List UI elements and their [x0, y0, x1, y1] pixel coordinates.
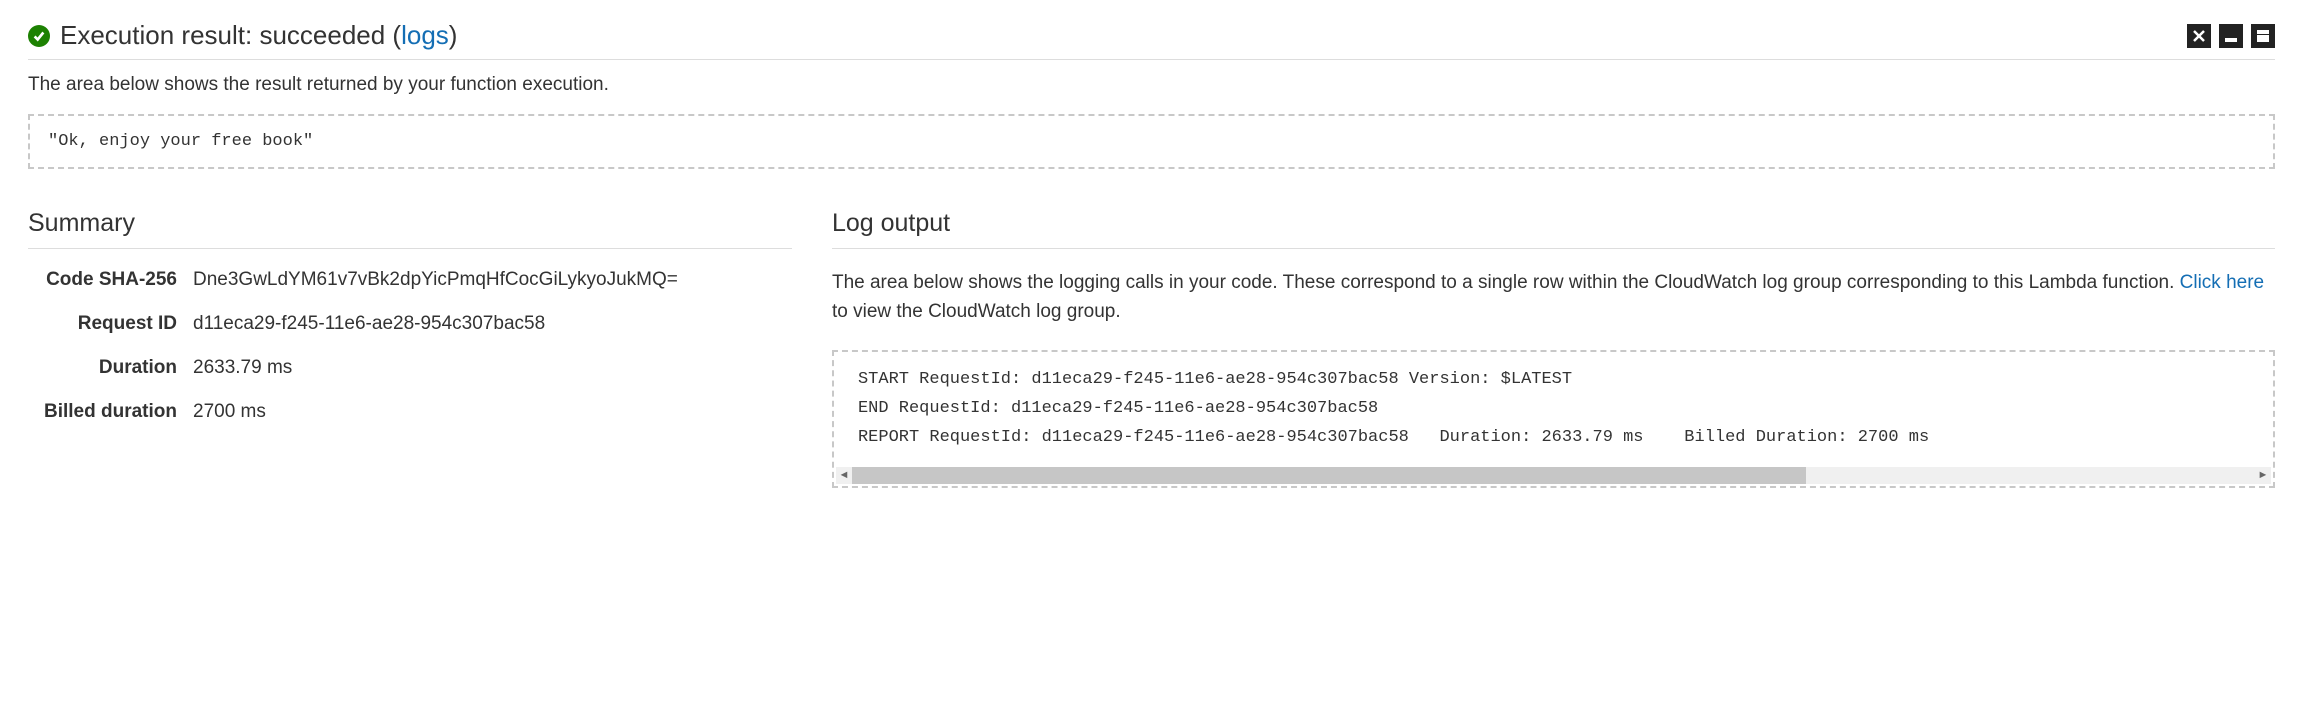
summary-label: Duration [28, 357, 193, 379]
log-output-box: START RequestId: d11eca29-f245-11e6-ae28… [832, 350, 2275, 488]
log-title: Log output [832, 209, 2275, 249]
summary-title: Summary [28, 209, 792, 249]
two-column-layout: Summary Code SHA-256 Dne3GwLdYM61v7vBk2d… [28, 209, 2275, 488]
result-description: The area below shows the result returned… [28, 74, 2275, 96]
horizontal-scrollbar[interactable]: ◄ ► [836, 467, 2271, 484]
success-check-icon [28, 25, 50, 47]
minimize-icon[interactable] [2219, 24, 2243, 48]
summary-row: Billed duration 2700 ms [28, 401, 792, 423]
log-desc-pre: The area below shows the logging calls i… [832, 272, 2180, 293]
summary-row: Code SHA-256 Dne3GwLdYM61v7vBk2dpYicPmqH… [28, 269, 792, 291]
log-desc-post: to view the CloudWatch log group. [832, 301, 1121, 322]
cloudwatch-link[interactable]: Click here [2180, 272, 2264, 293]
summary-row: Duration 2633.79 ms [28, 357, 792, 379]
title-text: Execution result: succeeded (logs) [60, 20, 457, 51]
title-close-paren: ) [449, 20, 458, 50]
summary-label: Request ID [28, 313, 193, 335]
close-icon[interactable] [2187, 24, 2211, 48]
title-status: succeeded [259, 20, 385, 50]
log-column: Log output The area below shows the logg… [832, 209, 2275, 488]
title-area: Execution result: succeeded (logs) [28, 20, 457, 51]
window-controls [2187, 24, 2275, 48]
summary-value: 2700 ms [193, 401, 792, 423]
title-prefix: Execution result: [60, 20, 259, 50]
summary-value: Dne3GwLdYM61v7vBk2dpYicPmqHfCocGiLykyoJu… [193, 269, 792, 291]
title-open-paren: ( [385, 20, 401, 50]
summary-column: Summary Code SHA-256 Dne3GwLdYM61v7vBk2d… [28, 209, 792, 488]
summary-label: Billed duration [28, 401, 193, 423]
result-header: Execution result: succeeded (logs) [28, 20, 2275, 60]
summary-value: d11eca29-f245-11e6-ae28-954c307bac58 [193, 313, 792, 335]
log-content: START RequestId: d11eca29-f245-11e6-ae28… [834, 366, 2273, 467]
scroll-left-arrow-icon[interactable]: ◄ [836, 469, 852, 481]
summary-value: 2633.79 ms [193, 357, 792, 379]
result-output-box: "Ok, enjoy your free book" [28, 114, 2275, 169]
scrollbar-track[interactable] [852, 467, 2255, 484]
log-description: The area below shows the logging calls i… [832, 269, 2275, 326]
scrollbar-thumb[interactable] [852, 467, 1806, 484]
logs-link[interactable]: logs [401, 20, 449, 50]
summary-label: Code SHA-256 [28, 269, 193, 291]
summary-row: Request ID d11eca29-f245-11e6-ae28-954c3… [28, 313, 792, 335]
scroll-right-arrow-icon[interactable]: ► [2255, 469, 2271, 481]
maximize-icon[interactable] [2251, 24, 2275, 48]
